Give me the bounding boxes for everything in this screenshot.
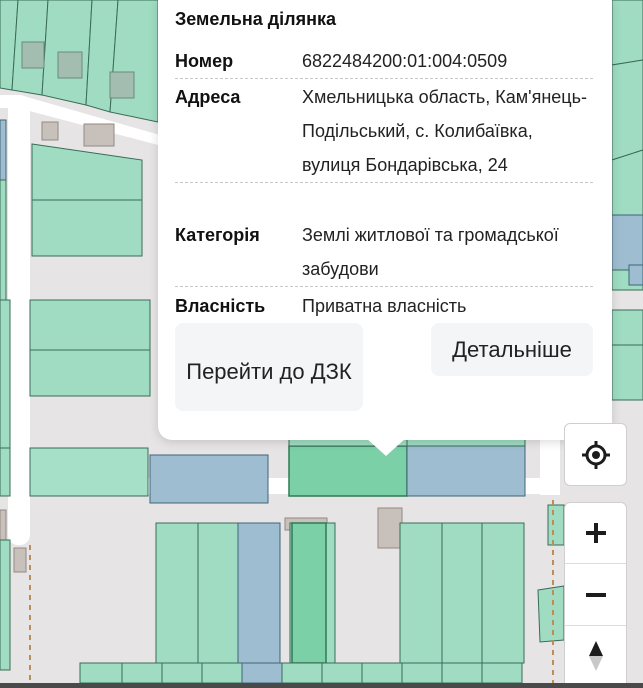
info-row-number: Номер 6822484200:01:004:0509 <box>175 44 593 79</box>
parcel-address: Хмельницька область, Кам'янець-Подільськ… <box>302 87 587 175</box>
compass-button[interactable] <box>565 626 626 687</box>
parcels-center <box>288 435 526 497</box>
minus-icon <box>585 592 606 597</box>
zoom-controls <box>564 502 627 688</box>
plus-icon <box>585 523 606 544</box>
info-label: Номер <box>175 51 234 71</box>
info-row-category: Категорія Землі житлової та громадської … <box>175 218 593 287</box>
road <box>8 95 30 545</box>
info-label: Категорія <box>175 225 260 245</box>
cadastral-number: 6822484200:01:004:0509 <box>302 51 508 71</box>
ownership-type: Приватна власність <box>302 296 467 316</box>
go-to-dzk-button[interactable]: Перейти до ДЗК <box>175 323 363 411</box>
crosshair-icon <box>581 440 610 469</box>
compass-icon <box>588 641 603 672</box>
details-button[interactable]: Детальніше <box>431 323 593 376</box>
info-label: Власність <box>175 296 266 316</box>
parcel-info-popup: Земельна ділянка Номер 6822484200:01:004… <box>158 0 612 440</box>
parcel-category: Землі житлової та громадської забудови <box>302 225 559 279</box>
info-row-address: Адреса Хмельницька область, Кам'янець-По… <box>175 80 593 183</box>
zoom-out-button[interactable] <box>565 564 626 626</box>
popup-title: Земельна ділянка <box>175 9 337 29</box>
popup-pointer <box>366 438 406 456</box>
info-row-ownership: Власність Приватна власність <box>175 290 593 316</box>
locate-button[interactable] <box>564 423 627 486</box>
info-label: Адреса <box>175 87 241 107</box>
zoom-in-button[interactable] <box>565 503 626 565</box>
bottom-bar <box>0 683 643 688</box>
